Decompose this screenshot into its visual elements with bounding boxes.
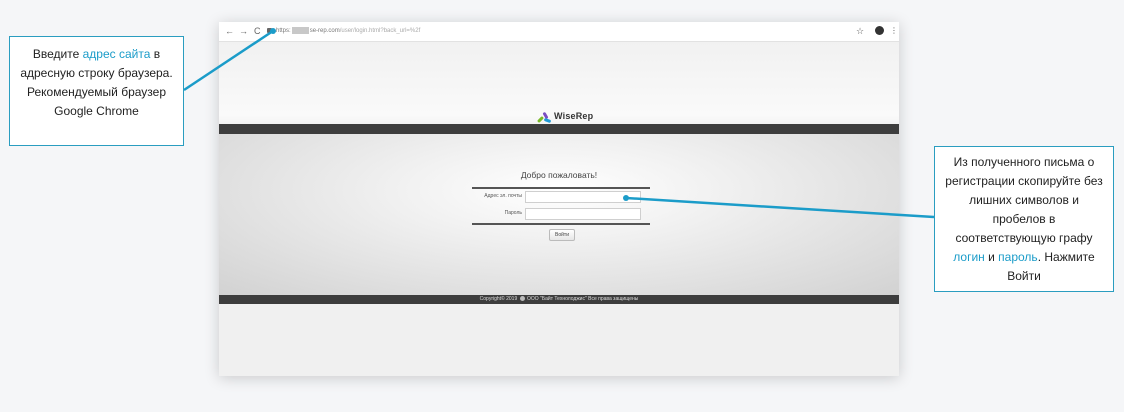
password-field[interactable] (525, 208, 641, 220)
callout-right-password-link[interactable]: пароль (998, 250, 1038, 264)
url-path: /user/login.html?back_url=%2f (339, 28, 421, 34)
lock-icon (267, 27, 272, 33)
company-logo-icon (519, 296, 525, 302)
url-prefix: https: (276, 28, 291, 34)
callout-right-login-link[interactable]: логин (953, 250, 985, 264)
reload-icon[interactable]: C (254, 25, 261, 37)
address-bar[interactable]: https: se-rep.com/user/login.html?back_ur… (267, 25, 847, 37)
browser-toolbar: ← → C https: se-rep.com/user/login.html?b… (219, 22, 899, 42)
welcome-title: Добро пожаловать! (520, 170, 598, 180)
browser-screenshot: ← → C https: se-rep.com/user/login.html?b… (219, 22, 899, 376)
wiserep-logo-icon (536, 109, 552, 124)
callout-address: Введите адрес сайта в адресную строку бр… (9, 36, 184, 146)
url-redacted (291, 26, 309, 34)
password-row: Пароль (472, 207, 650, 220)
form-bottom-divider (472, 223, 650, 225)
callout-credentials: Из полученного письма о регистрации скоп… (934, 146, 1114, 292)
email-field[interactable] (525, 191, 641, 203)
page-bottom (219, 304, 899, 376)
logo-text: WiseRep (554, 111, 594, 121)
header-bar (219, 124, 899, 134)
site-logo[interactable]: WiseRep (536, 108, 594, 124)
callout-left-text-1: Введите (32, 47, 83, 61)
footer-copyright: Copyright© 2019 (479, 296, 518, 302)
callout-right-text-1: Из полученного письма о регистрации скоп… (945, 155, 1103, 245)
browser-menu-icon[interactable]: ⋮ (890, 25, 898, 37)
callout-right-text-2: и (984, 250, 999, 264)
password-label: Пароль (504, 210, 522, 216)
email-row: Адрес эл. почты (472, 190, 650, 203)
back-icon[interactable]: ← (225, 25, 234, 37)
form-top-divider (472, 187, 650, 189)
bookmark-star-icon[interactable]: ☆ (856, 25, 864, 37)
callout-left-link[interactable]: адрес сайта (83, 47, 151, 61)
email-label: Адрес эл. почты (484, 193, 522, 199)
url-domain: se-rep.com (309, 28, 340, 34)
site-footer: Copyright© 2019 ООО "Байт Технолоджис" В… (219, 295, 899, 304)
footer-company: ООО "Байт Технолоджис" Все права защищен… (527, 296, 639, 302)
forward-icon[interactable]: → (239, 25, 248, 37)
profile-avatar-icon[interactable] (875, 26, 884, 35)
login-button[interactable]: Войти (549, 229, 575, 241)
